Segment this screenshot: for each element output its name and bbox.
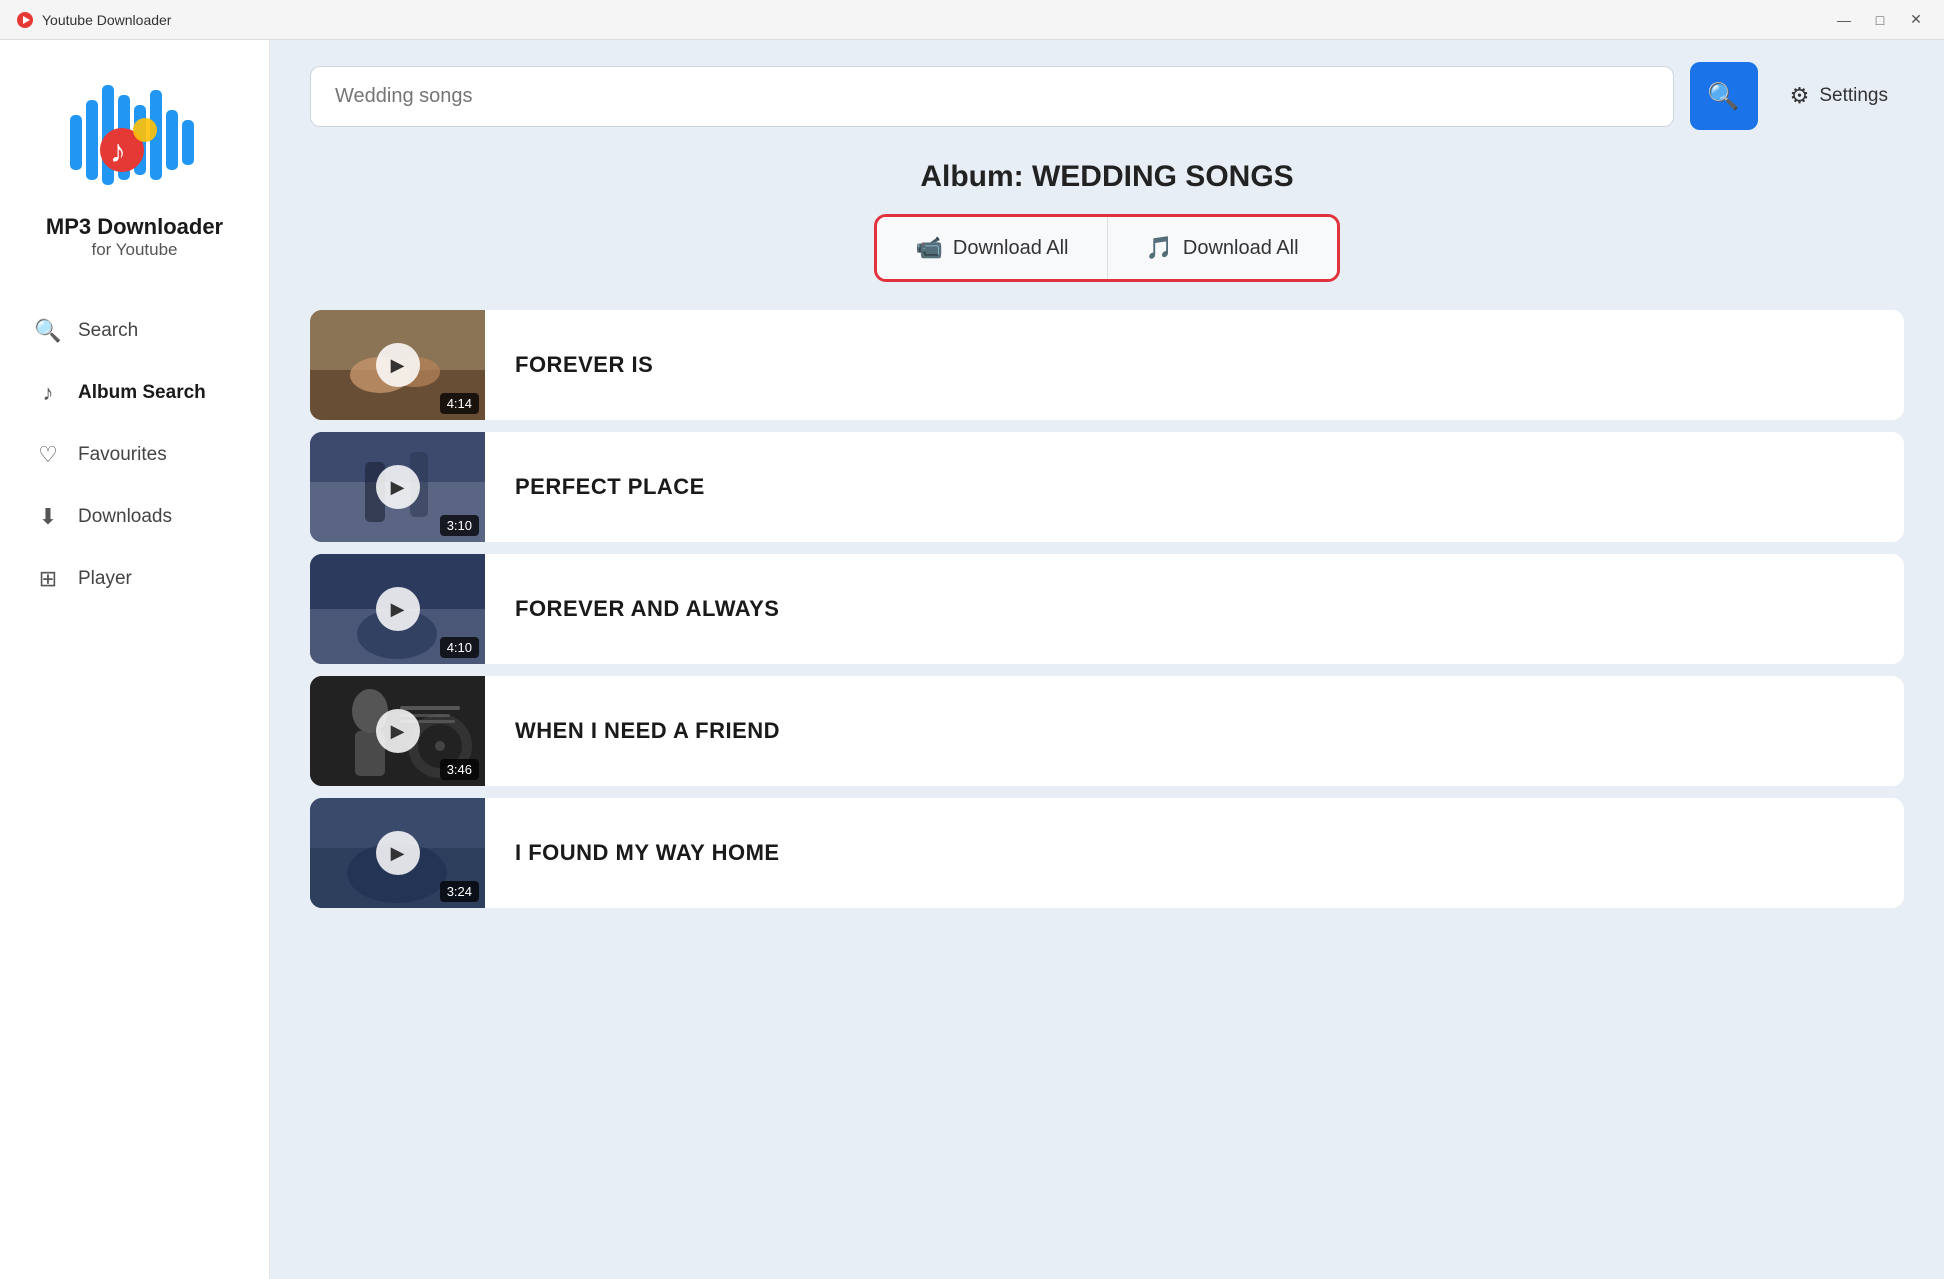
search-button[interactable]: 🔍: [1690, 62, 1758, 130]
titlebar: Youtube Downloader — □ ✕: [0, 0, 1944, 40]
song-list: ▶ 4:14 FOREVER IS: [310, 310, 1904, 908]
song-title: FOREVER IS: [515, 352, 1874, 378]
player-icon: ⊞: [34, 566, 62, 592]
sidebar: ♪ MP3 Downloader for Youtube 🔍 Search ♪ …: [0, 40, 270, 1279]
minimize-button[interactable]: —: [1832, 8, 1856, 32]
app-icon: [16, 11, 34, 29]
heart-icon: ♡: [34, 442, 62, 468]
music-icon: 🎵: [1146, 235, 1173, 261]
sidebar-item-search-label: Search: [78, 320, 138, 342]
app-layout: ♪ MP3 Downloader for Youtube 🔍 Search ♪ …: [0, 40, 1944, 1279]
close-button[interactable]: ✕: [1904, 8, 1928, 32]
download-all-video-button[interactable]: 📹 Download All: [877, 217, 1107, 279]
search-header: Wedding songs 🔍 ⚙ Settings: [270, 40, 1944, 130]
settings-button[interactable]: ⚙ Settings: [1774, 73, 1904, 119]
song-info: FOREVER IS: [485, 352, 1904, 378]
song-item: ▶ 3:10 PERFECT PLACE: [310, 432, 1904, 542]
scroll-area: Album: WEDDING SONGS 📹 Download All 🎵 Do…: [270, 130, 1944, 1279]
search-magnifier-icon: 🔍: [1707, 81, 1739, 112]
play-button[interactable]: ▶: [376, 709, 420, 753]
maximize-button[interactable]: □: [1868, 8, 1892, 32]
nav-menu: 🔍 Search ♪ Album Search ♡ Favourites ⬇ D…: [0, 300, 269, 610]
song-title: PERFECT PLACE: [515, 474, 1874, 500]
duration-badge: 3:10: [440, 515, 479, 536]
svg-text:♪: ♪: [110, 133, 126, 169]
titlebar-app-name: Youtube Downloader: [42, 12, 171, 28]
app-subtitle: for Youtube: [91, 240, 177, 260]
download-all-audio-label: Download All: [1183, 237, 1299, 260]
song-title: FOREVER AND ALWAYS: [515, 596, 1874, 622]
titlebar-left: Youtube Downloader: [16, 11, 171, 29]
sidebar-item-album-search[interactable]: ♪ Album Search: [10, 362, 259, 424]
sidebar-item-downloads[interactable]: ⬇ Downloads: [10, 486, 259, 548]
play-button[interactable]: ▶: [376, 465, 420, 509]
song-thumbnail: ▶ 4:14: [310, 310, 485, 420]
duration-badge: 4:14: [440, 393, 479, 414]
search-input[interactable]: Wedding songs: [310, 66, 1674, 127]
song-title: I FOUND MY WAY HOME: [515, 840, 1874, 866]
logo-icon: ♪: [70, 70, 200, 200]
song-info: WHEN I NEED A FRIEND: [485, 718, 1904, 744]
song-item: ▶ 3:24 I FOUND MY WAY HOME: [310, 798, 1904, 908]
sidebar-item-search[interactable]: 🔍 Search: [10, 300, 259, 362]
song-thumbnail: ▶ 3:46: [310, 676, 485, 786]
download-all-video-label: Download All: [953, 237, 1069, 260]
sidebar-item-album-search-label: Album Search: [78, 382, 206, 404]
sidebar-item-downloads-label: Downloads: [78, 506, 172, 528]
gear-icon: ⚙: [1790, 83, 1810, 109]
settings-label: Settings: [1819, 85, 1888, 107]
search-icon: 🔍: [34, 318, 62, 344]
play-button[interactable]: ▶: [376, 831, 420, 875]
sidebar-item-favourites-label: Favourites: [78, 444, 167, 466]
song-item: ▶ 4:10 FOREVER AND ALWAYS: [310, 554, 1904, 664]
main-content: Wedding songs 🔍 ⚙ Settings Album: WEDDIN…: [270, 40, 1944, 1279]
play-button[interactable]: ▶: [376, 343, 420, 387]
video-icon: 📹: [915, 235, 942, 261]
duration-badge: 3:24: [440, 881, 479, 902]
song-thumbnail: ▶ 3:10: [310, 432, 485, 542]
song-thumbnail: ▶ 3:24: [310, 798, 485, 908]
sidebar-item-player-label: Player: [78, 568, 132, 590]
album-title: Album: WEDDING SONGS: [310, 160, 1904, 194]
download-all-audio-button[interactable]: 🎵 Download All: [1108, 217, 1337, 279]
duration-badge: 4:10: [440, 637, 479, 658]
titlebar-controls: — □ ✕: [1832, 8, 1928, 32]
music-note-icon: ♪: [34, 380, 62, 406]
search-input-wrap: Wedding songs: [310, 66, 1674, 127]
duration-badge: 3:46: [440, 759, 479, 780]
song-item: ▶ 4:14 FOREVER IS: [310, 310, 1904, 420]
song-info: PERFECT PLACE: [485, 474, 1904, 500]
song-thumbnail: ▶ 4:10: [310, 554, 485, 664]
song-title: WHEN I NEED A FRIEND: [515, 718, 1874, 744]
song-info: FOREVER AND ALWAYS: [485, 596, 1904, 622]
logo-container: ♪ MP3 Downloader for Youtube: [46, 70, 223, 260]
song-info: I FOUND MY WAY HOME: [485, 840, 1904, 866]
sidebar-item-favourites[interactable]: ♡ Favourites: [10, 424, 259, 486]
download-all-row: 📹 Download All 🎵 Download All: [310, 214, 1904, 282]
download-all-box: 📹 Download All 🎵 Download All: [874, 214, 1339, 282]
app-name: MP3 Downloader: [46, 214, 223, 240]
play-button[interactable]: ▶: [376, 587, 420, 631]
download-icon: ⬇: [34, 504, 62, 530]
song-item: ▶ 3:46 WHEN I NEED A FRIEND: [310, 676, 1904, 786]
sidebar-item-player[interactable]: ⊞ Player: [10, 548, 259, 610]
